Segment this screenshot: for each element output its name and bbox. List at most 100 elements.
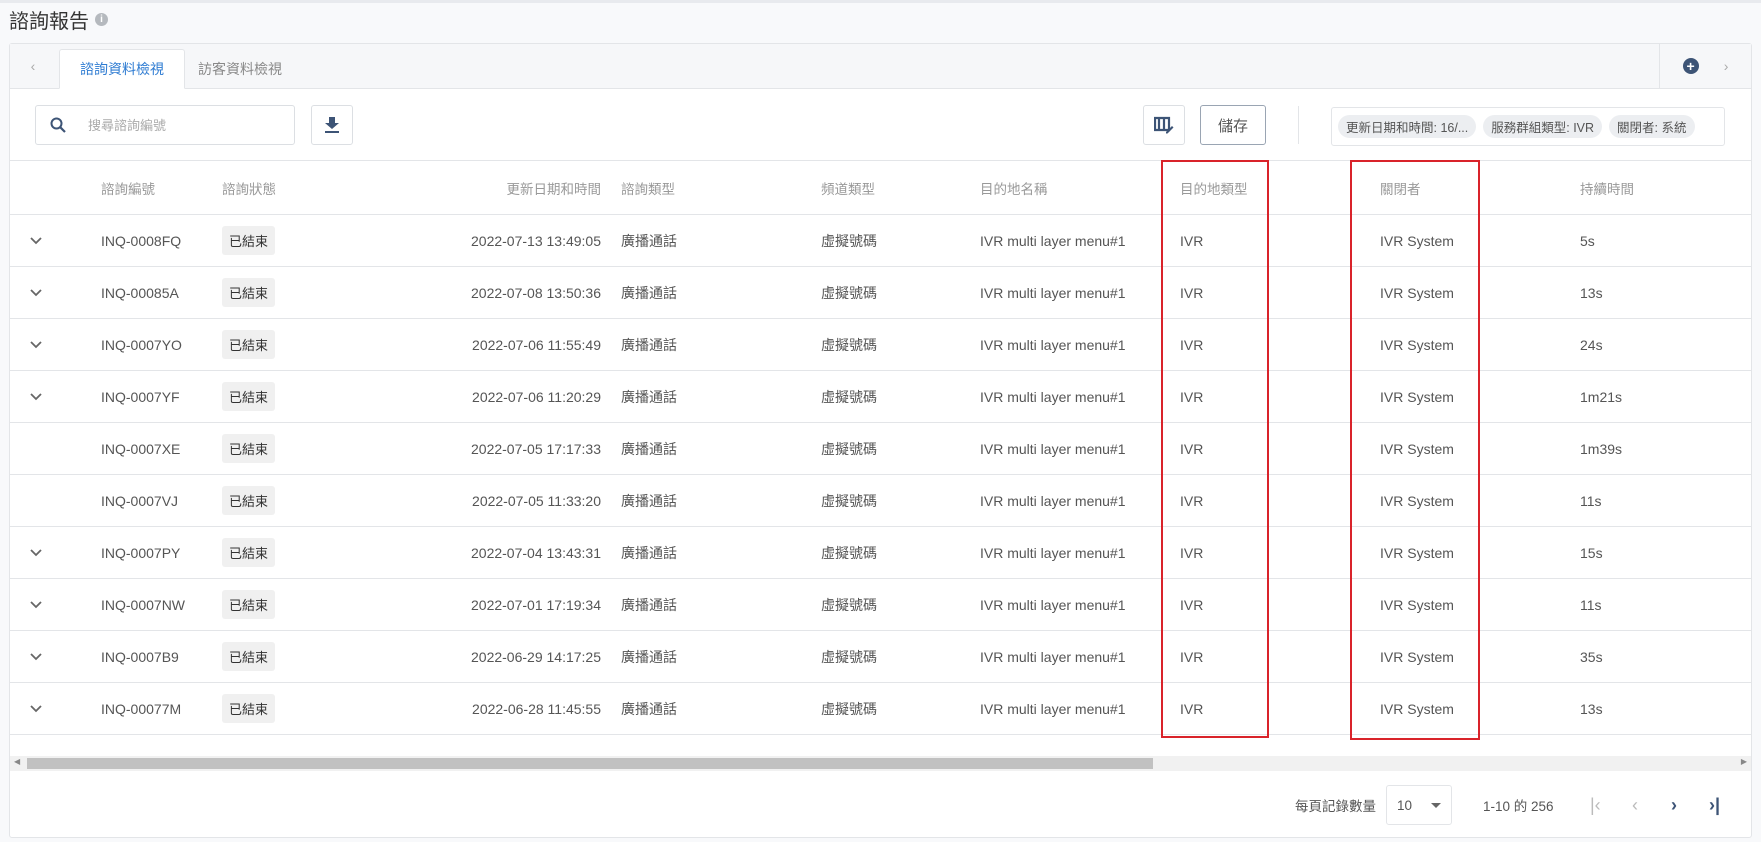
cell-updated: 2022-07-04 13:43:31: [471, 544, 601, 561]
col-header-updated[interactable]: 更新日期和時間: [410, 161, 602, 214]
status-badge: 已結束: [222, 226, 276, 255]
cell-dest-type: IVR: [1180, 284, 1204, 301]
expand-chevron-icon[interactable]: [30, 579, 44, 630]
col-header-type[interactable]: 諮詢類型: [621, 161, 675, 214]
table-row[interactable]: INQ-0007NW 已結束 2022-07-01 17:19:34 廣播通話 虛擬號碼…: [10, 579, 1751, 631]
status-badge: 已結束: [222, 694, 276, 723]
tab-inquiry-data[interactable]: 諮詢資料檢視: [59, 49, 185, 89]
cell-duration: 1m21s: [1580, 388, 1623, 405]
col-header-id[interactable]: 諮詢編號: [101, 161, 155, 214]
status-badge: 已結束: [222, 486, 276, 515]
table-row[interactable]: INQ-0007VJ 已結束 2022-07-05 11:33:20 廣播通話 虛擬號碼…: [10, 475, 1751, 527]
cell-id: INQ-00077M: [101, 700, 182, 717]
first-page-icon[interactable]: |‹: [1590, 785, 1601, 825]
page-header: 諮詢報告 i: [9, 5, 108, 34]
edit-columns-button[interactable]: [1143, 105, 1185, 145]
col-header-dest-type[interactable]: 目的地類型: [1180, 161, 1248, 214]
horizontal-scrollbar[interactable]: ◀ ▶: [10, 756, 1751, 771]
expand-chevron-icon[interactable]: [30, 319, 44, 370]
table-row[interactable]: INQ-0007XE 已結束 2022-07-05 17:17:33 廣播通話 虛擬號碼…: [10, 423, 1751, 475]
save-button[interactable]: 儲存: [1200, 105, 1266, 145]
table-row[interactable]: INQ-00077M 已結束 2022-06-28 11:45:55 廣播通話 虛擬號碼…: [10, 683, 1751, 735]
status-badge: 已結束: [222, 590, 276, 619]
report-card: ‹ 諮詢資料檢視 訪客資料檢視 + › 儲存 更新日期和時間: 16/... 服…: [9, 43, 1752, 838]
cell-channel: 虛擬號碼: [821, 648, 877, 665]
cell-dest-type: IVR: [1180, 440, 1204, 457]
cell-type: 廣播通話: [621, 232, 677, 249]
tab-scroll-left-icon[interactable]: ‹: [10, 44, 56, 88]
table-row[interactable]: INQ-0007PY 已結束 2022-07-04 13:43:31 廣播通話 虛擬號碼…: [10, 527, 1751, 579]
cell-duration: 11s: [1580, 596, 1602, 613]
col-header-dest-name[interactable]: 目的地名稱: [980, 161, 1048, 214]
scrollbar-thumb[interactable]: [27, 758, 1153, 769]
tab-scroll-right-icon[interactable]: ›: [1724, 58, 1729, 74]
cell-closed-by: IVR System: [1380, 544, 1454, 561]
cell-dest-type: IVR: [1180, 648, 1204, 665]
cell-id: INQ-0007PY: [101, 544, 181, 561]
tab-visitor-data[interactable]: 訪客資料檢視: [185, 49, 295, 89]
cell-updated: 2022-07-06 11:20:29: [472, 388, 601, 405]
col-header-status[interactable]: 諮詢狀態: [222, 161, 276, 214]
prev-page-icon[interactable]: ‹: [1632, 785, 1638, 825]
table-row[interactable]: INQ-0007B9 已結束 2022-06-29 14:17:25 廣播通話 虛擬號碼…: [10, 631, 1751, 683]
expand-chevron-icon[interactable]: [30, 631, 44, 682]
filter-chip-service-group[interactable]: 服務群組類型: IVR: [1483, 115, 1603, 138]
add-tab-icon[interactable]: +: [1682, 58, 1699, 74]
col-header-channel[interactable]: 頻道類型: [821, 161, 875, 214]
page-range: 1-10 的 256: [1483, 799, 1554, 814]
cell-closed-by: IVR System: [1380, 596, 1454, 613]
col-header-closed-by[interactable]: 關閉者: [1380, 161, 1421, 214]
cell-id: INQ-0008FQ: [101, 232, 182, 249]
search-icon: [50, 117, 66, 133]
cell-dest-type: IVR: [1180, 596, 1204, 613]
expand-chevron-icon[interactable]: [30, 683, 44, 734]
tab-actions: + ›: [1659, 44, 1751, 88]
cell-dest-name: IVR multi layer menu#1: [980, 284, 1126, 301]
cell-channel: 虛擬號碼: [821, 232, 877, 249]
cell-updated: 2022-07-01 17:19:34: [471, 596, 601, 613]
search-box[interactable]: [35, 105, 295, 145]
search-input[interactable]: [88, 117, 268, 133]
cell-id: INQ-0007YF: [101, 388, 180, 405]
cell-type: 廣播通話: [621, 700, 677, 717]
cell-dest-name: IVR multi layer menu#1: [980, 388, 1126, 405]
expand-chevron-icon[interactable]: [30, 527, 44, 578]
cell-updated: 2022-07-13 13:49:05: [471, 232, 601, 249]
cell-type: 廣播通話: [621, 596, 677, 613]
info-icon[interactable]: i: [95, 13, 108, 26]
cell-closed-by: IVR System: [1380, 700, 1454, 717]
status-cell: 已結束: [222, 371, 276, 422]
cell-dest-name: IVR multi layer menu#1: [980, 440, 1126, 457]
table-row[interactable]: INQ-0007YO 已結束 2022-07-06 11:55:49 廣播通話 虛擬號碼…: [10, 319, 1751, 371]
scroll-left-arrow-icon[interactable]: ◀: [14, 757, 20, 766]
next-page-icon[interactable]: ›: [1671, 785, 1677, 825]
cell-closed-by: IVR System: [1380, 232, 1454, 249]
download-button[interactable]: [311, 105, 353, 145]
status-badge: 已結束: [222, 642, 276, 671]
status-cell: 已結束: [222, 475, 276, 526]
table-row[interactable]: INQ-0008FQ 已結束 2022-07-13 13:49:05 廣播通話 虛擬號碼…: [10, 215, 1751, 267]
expand-chevron-icon[interactable]: [30, 371, 44, 422]
expand-chevron-icon[interactable]: [30, 215, 44, 266]
scroll-right-arrow-icon[interactable]: ▶: [1741, 757, 1747, 766]
table-row[interactable]: INQ-00085A 已結束 2022-07-08 13:50:36 廣播通話 虛擬號碼…: [10, 267, 1751, 319]
filter-chip-closed-by[interactable]: 關閉者: 系統: [1609, 115, 1695, 138]
cell-closed-by: IVR System: [1380, 336, 1454, 353]
cell-channel: 虛擬號碼: [821, 492, 877, 509]
rows-per-page-select[interactable]: 10: [1386, 785, 1452, 825]
status-badge: 已結束: [222, 278, 276, 307]
cell-id: INQ-0007YO: [101, 336, 182, 353]
cell-duration: 13s: [1580, 284, 1603, 301]
table-row[interactable]: INQ-0007YF 已結束 2022-07-06 11:20:29 廣播通話 虛擬號碼…: [10, 371, 1751, 423]
table-header: 諮詢編號 諮詢狀態 更新日期和時間 諮詢類型 頻道類型 目的地名稱 目的地類型 …: [10, 160, 1751, 215]
status-cell: 已結束: [222, 579, 276, 630]
cell-id: INQ-0007B9: [101, 648, 179, 665]
filter-chip-updated[interactable]: 更新日期和時間: 16/...: [1338, 115, 1477, 138]
top-divider: [0, 0, 1761, 3]
cell-type: 廣播通話: [621, 492, 677, 509]
expand-chevron-icon[interactable]: [30, 267, 44, 318]
col-header-duration[interactable]: 持續時間: [1580, 161, 1634, 214]
last-page-icon[interactable]: ›|: [1709, 785, 1720, 825]
cell-dest-type: IVR: [1180, 336, 1204, 353]
cell-duration: 5s: [1580, 232, 1595, 249]
